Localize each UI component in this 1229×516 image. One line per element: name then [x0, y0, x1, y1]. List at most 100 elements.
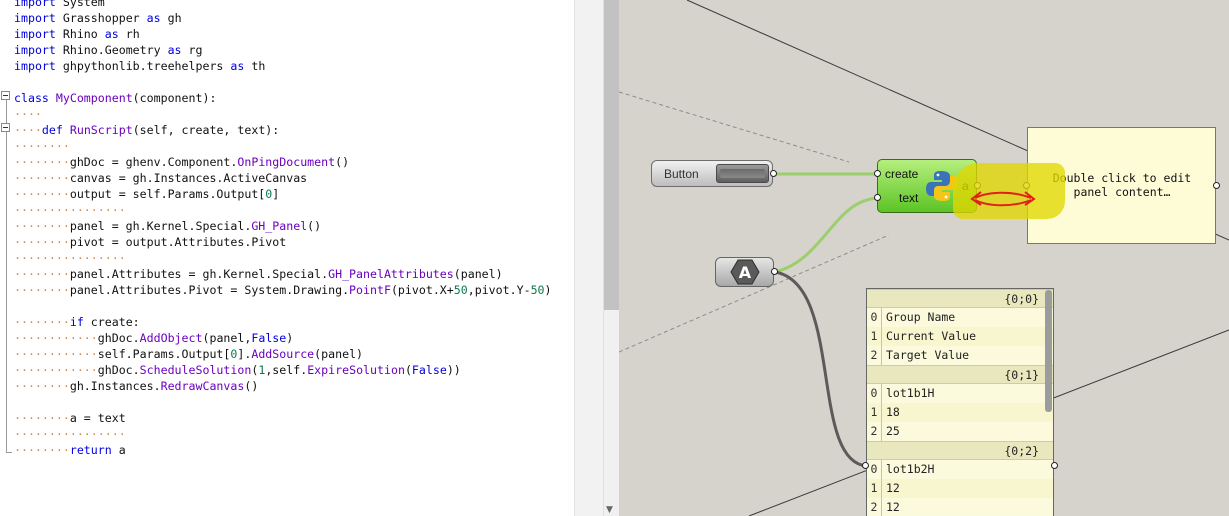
- code-token: class: [14, 91, 49, 105]
- code-token: create:: [83, 315, 140, 329]
- tree-branch-path: {0;1}: [867, 365, 1053, 384]
- code-token: ············: [14, 331, 98, 345]
- code-token: ····: [14, 123, 42, 137]
- code-token: (panel): [314, 347, 364, 361]
- code-token: ············: [14, 347, 98, 361]
- scrollbar-thumb[interactable]: [604, 0, 619, 310]
- tree-panel-output-port[interactable]: [1051, 462, 1058, 469]
- code-token: ········: [14, 379, 70, 393]
- tree-item-index: 0: [867, 460, 882, 479]
- code-token: ········: [14, 443, 70, 457]
- code-token: import: [14, 11, 56, 25]
- fold-toggle-class[interactable]: [1, 91, 10, 100]
- data-tree-panel[interactable]: {0;0} 0 Group Name 1 Current Value 2 Target Va…: [866, 288, 1054, 516]
- grasshopper-canvas[interactable]: Button create text a Double click to edi…: [619, 0, 1229, 516]
- fold-end-marker: [6, 452, 12, 453]
- code-token: (pivot.X+: [390, 283, 454, 297]
- code-editor[interactable]: import System import Grasshopper as gh imp…: [0, 0, 574, 516]
- code-token: ghDoc.: [97, 331, 140, 345]
- text-param-glyph: A: [739, 263, 752, 282]
- code-token: 50: [453, 283, 468, 297]
- tree-item-value: Group Name: [886, 310, 956, 324]
- code-token: panel.Attributes.Pivot = System.Drawing.: [69, 283, 350, 297]
- tree-item-row: 1 Current Value: [867, 327, 1053, 346]
- code-line: ····: [14, 106, 42, 122]
- code-token: ········: [14, 235, 70, 249]
- code-token: ,self.: [265, 363, 308, 377]
- code-token: ,pivot.Y-: [467, 283, 531, 297]
- code-token: as: [167, 43, 182, 57]
- code-token: False: [411, 363, 447, 377]
- code-token: (panel): [453, 267, 503, 281]
- tree-panel-scrollbar[interactable]: [1045, 290, 1052, 412]
- code-token: (): [244, 379, 259, 393]
- code-token: import: [14, 59, 56, 73]
- code-token: gh: [160, 11, 182, 25]
- button-press-face[interactable]: [716, 164, 769, 183]
- code-token: output = self.Params.Output[: [69, 187, 266, 201]
- code-line: ········a = text: [14, 410, 126, 426]
- code-token: Grasshopper: [55, 11, 147, 25]
- button-output-port[interactable]: [770, 170, 777, 177]
- code-token: ········: [14, 219, 70, 233]
- tree-item-index: 2: [867, 422, 882, 441]
- wire-text-param-text: [774, 196, 879, 274]
- code-token: GH_PanelAttributes: [328, 267, 454, 281]
- wire-text-param-tree-panel: [774, 270, 868, 468]
- guide-line-dashed: [619, 91, 850, 163]
- input-text-label: text: [899, 191, 919, 205]
- code-token: import: [14, 43, 56, 57]
- tree-item-value: 12: [886, 481, 900, 495]
- code-token: self.Params.Output[: [97, 347, 231, 361]
- code-token: PointF: [349, 283, 391, 297]
- text-param-hex-icon: A: [730, 259, 760, 285]
- tree-item-row: 1 18: [867, 403, 1053, 422]
- code-token: panel = gh.Kernel.Special.: [69, 219, 252, 233]
- code-token: RunScript: [69, 123, 133, 137]
- code-line: ········panel.Attributes.Pivot = System.…: [14, 282, 552, 298]
- button-label: Button: [664, 167, 699, 181]
- code-token: panel.Attributes = gh.Kernel.Special.: [69, 267, 329, 281]
- code-line: import ghpythonlib.treehelpers as th: [14, 58, 265, 74]
- input-create-port[interactable]: [874, 170, 881, 177]
- code-token: (): [335, 155, 350, 169]
- code-token: as: [146, 11, 161, 25]
- code-token: as: [230, 59, 245, 73]
- code-line: ············self.Params.Output[0].AddSou…: [14, 346, 363, 362]
- code-line: import Rhino as rh: [14, 26, 140, 42]
- code-token: ················: [14, 251, 126, 265]
- fold-toggle-def[interactable]: [1, 123, 10, 132]
- input-text-port[interactable]: [874, 194, 881, 201]
- panel-output-port[interactable]: [1213, 182, 1220, 189]
- code-line: import System: [14, 0, 105, 10]
- tree-branch-path: {0;2}: [867, 441, 1053, 460]
- tree-item-row: 2 12: [867, 498, 1053, 516]
- code-token: import: [14, 27, 56, 41]
- code-token: a = text: [69, 411, 126, 425]
- text-param-output-port[interactable]: [771, 268, 778, 275]
- code-token: RedrawCanvas: [160, 379, 245, 393]
- tree-item-index: 1: [867, 403, 882, 422]
- tree-item-row: 2 25: [867, 422, 1053, 441]
- text-parameter-component[interactable]: A: [715, 257, 774, 287]
- code-token: (component):: [132, 91, 217, 105]
- code-token: AddSource: [251, 347, 315, 361]
- code-token: ····: [14, 107, 42, 121]
- code-line: ················: [14, 250, 126, 266]
- code-line: ········panel.Attributes = gh.Kernel.Spe…: [14, 266, 503, 282]
- code-token: OnPingDocument: [237, 155, 336, 169]
- button-component[interactable]: Button: [651, 160, 773, 187]
- code-line: ········gh.Instances.RedrawCanvas(): [14, 378, 258, 394]
- code-line: import Rhino.Geometry as rg: [14, 42, 203, 58]
- code-line: ········return a: [14, 442, 126, 458]
- code-token: AddObject: [139, 331, 203, 345]
- code-line: ········: [14, 138, 70, 154]
- code-token: ghDoc = ghenv.Component.: [69, 155, 238, 169]
- scroll-down-arrow-icon[interactable]: ▼: [606, 505, 613, 515]
- tree-panel-input-port[interactable]: [862, 462, 869, 469]
- code-token: rh: [118, 27, 140, 41]
- code-token: ].: [237, 347, 252, 361]
- tree-item-index: 0: [867, 308, 882, 327]
